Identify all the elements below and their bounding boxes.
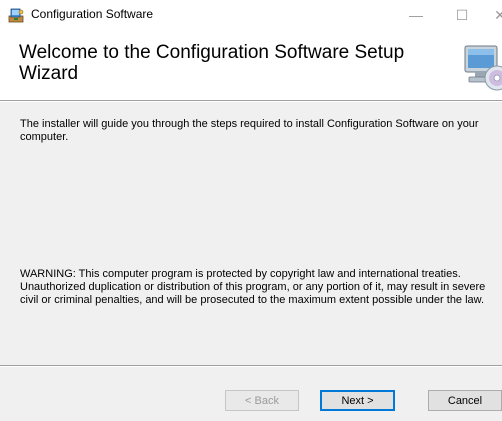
copyright-warning-text: WARNING: This computer program is protec…	[20, 268, 486, 306]
next-button[interactable]: Next >	[320, 390, 395, 411]
window-title: Configuration Software	[31, 7, 154, 21]
installer-app-icon	[8, 7, 24, 23]
maximize-button[interactable]: ☐	[439, 0, 485, 30]
page-title: Welcome to the Configuration Software Se…	[19, 42, 405, 84]
wizard-footer: < Back Next > Cancel	[0, 367, 502, 421]
intro-text: The installer will guide you through the…	[20, 118, 479, 143]
setup-wizard-window: Configuration Software — ☐ ✕ Welcome to …	[0, 0, 502, 421]
cancel-button[interactable]: Cancel	[428, 390, 502, 411]
back-button[interactable]: < Back	[225, 390, 299, 411]
wizard-header: Welcome to the Configuration Software Se…	[0, 30, 502, 100]
minimize-button[interactable]: —	[393, 0, 439, 30]
wizard-body: The installer will guide you through the…	[0, 102, 502, 365]
title-bar[interactable]: Configuration Software — ☐ ✕	[0, 0, 502, 30]
computer-cd-icon	[463, 42, 502, 92]
close-button[interactable]: ✕	[485, 0, 502, 30]
